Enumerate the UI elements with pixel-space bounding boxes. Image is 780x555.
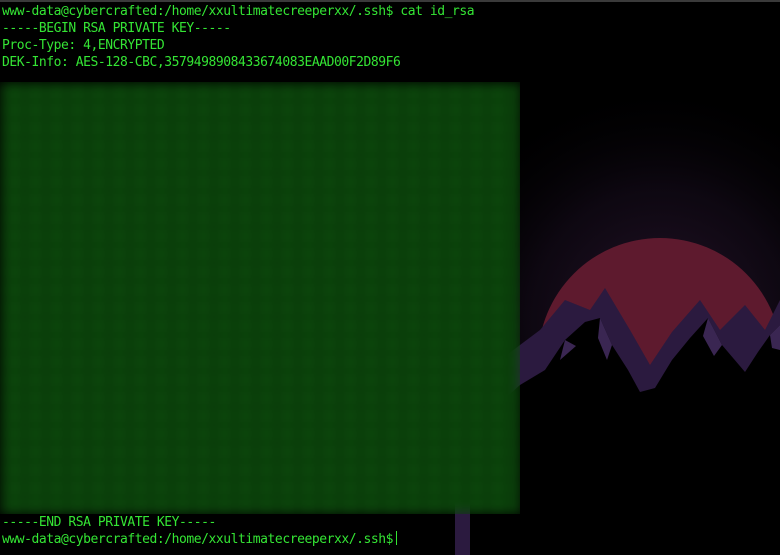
rsa-key-begin-line: -----BEGIN RSA PRIVATE KEY----- [2, 21, 231, 36]
terminal-command-line: www-data@cybercrafted:/home/xxultimatecr… [2, 4, 475, 19]
dek-info-line: DEK-Info: AES-128-CBC,357949890843367408… [2, 55, 401, 70]
proc-type-line: Proc-Type: 4,ENCRYPTED [2, 38, 165, 53]
terminal-prompt-line[interactable]: www-data@cybercrafted:/home/xxultimatecr… [2, 531, 397, 548]
terminal-prompt-text: www-data@cybercrafted:/home/xxultimatecr… [2, 532, 393, 547]
text-cursor [395, 531, 397, 545]
redacted-key-blocks [0, 82, 520, 514]
rsa-key-end-line: -----END RSA PRIVATE KEY----- [2, 515, 216, 530]
redacted-key-blur [0, 82, 520, 514]
